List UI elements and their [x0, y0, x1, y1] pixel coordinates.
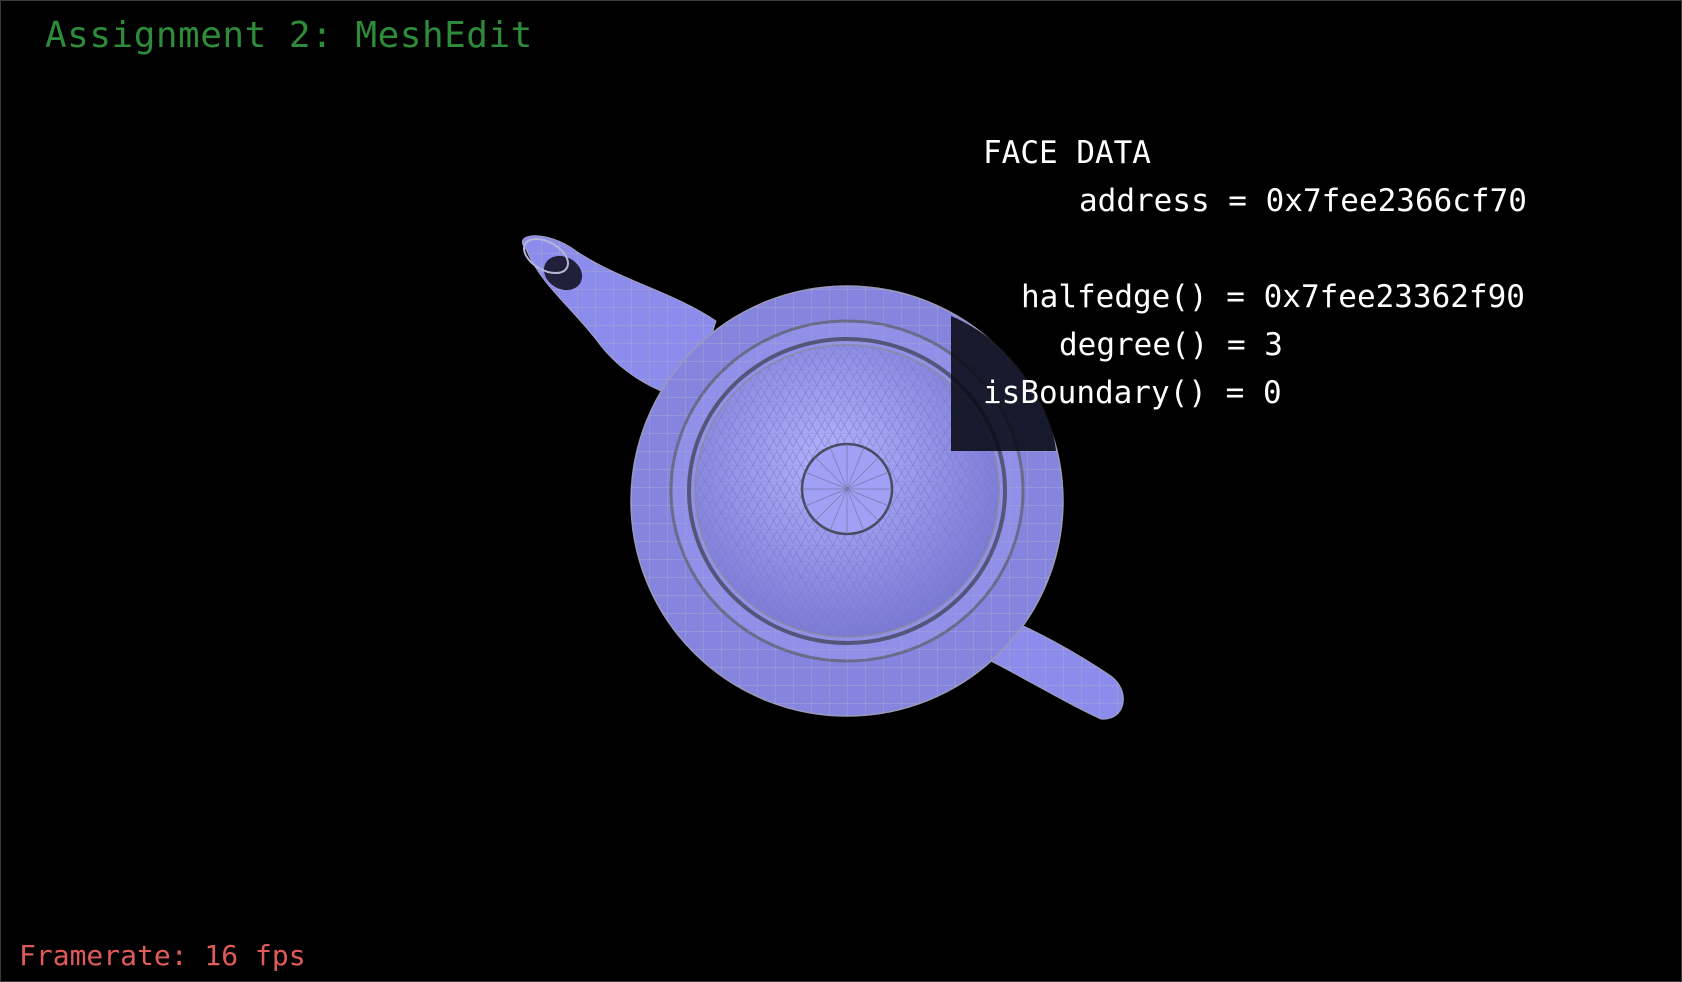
face-degree: degree() = 3: [1059, 327, 1283, 363]
face-data-heading: FACE DATA: [983, 135, 1151, 171]
face-halfedge: halfedge() = 0x7fee23362f90: [1021, 279, 1525, 315]
app-title: Assignment 2: MeshEdit: [45, 15, 533, 56]
face-is-boundary: isBoundary() = 0: [983, 375, 1282, 411]
face-address: address = 0x7fee2366cf70: [1079, 183, 1527, 219]
framerate-readout: Framerate: 16 fps: [19, 939, 306, 972]
face-data-panel: FACE DATA address = 0x7fee2366cf70 halfe…: [981, 129, 1541, 417]
app-window: Assignment 2: MeshEdit FACE DATA address…: [0, 0, 1682, 982]
